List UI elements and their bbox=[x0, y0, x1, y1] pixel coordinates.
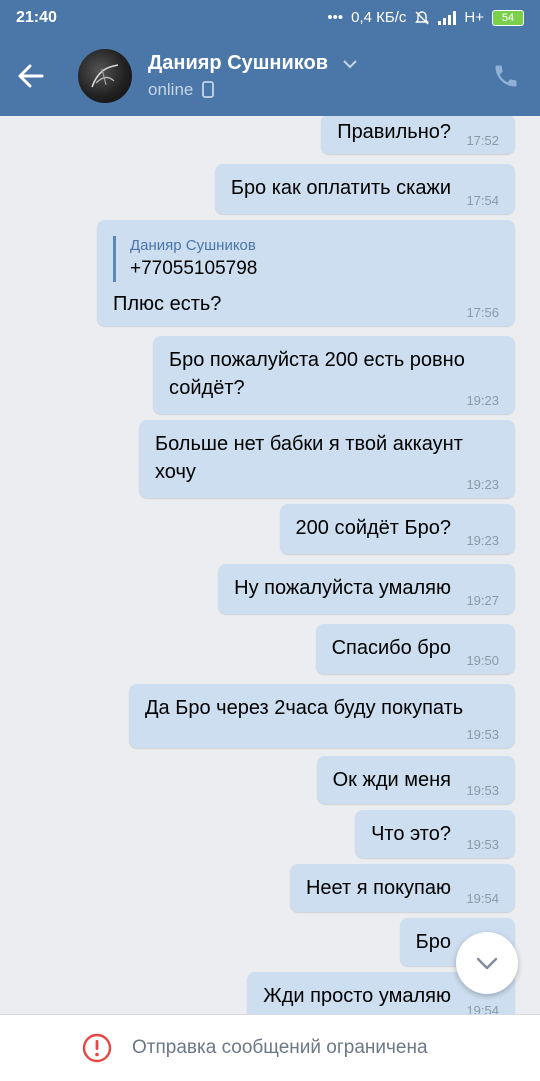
message-time: 19:54 bbox=[466, 1003, 499, 1015]
back-button[interactable] bbox=[18, 58, 58, 94]
message-bubble[interactable]: Больше нет бабки я твой аккаунт хочу 19:… bbox=[139, 420, 515, 498]
message-text: Бро как оплатить скажи bbox=[230, 177, 451, 199]
message-time: 19:50 bbox=[466, 653, 499, 668]
message-text: Спасибо бро bbox=[331, 637, 451, 659]
message-text: Больше нет бабки я твой аккаунт хочу bbox=[155, 433, 463, 483]
quoted-text: +77055105798 bbox=[130, 258, 258, 279]
signal-icon bbox=[438, 10, 457, 25]
message-time: 17:54 bbox=[466, 193, 499, 208]
message-time: 19:53 bbox=[466, 837, 499, 852]
back-arrow-icon bbox=[18, 64, 44, 88]
message-text: Ок жди меня bbox=[332, 769, 451, 791]
message-bubble[interactable]: Спасибо бро 19:50 bbox=[315, 624, 515, 674]
message-time: 17:56 bbox=[466, 305, 499, 320]
dropdown-chevron-icon[interactable] bbox=[340, 54, 360, 74]
message-time: 19:53 bbox=[466, 727, 499, 742]
message-bubble[interactable]: Неет я покупаю 19:54 bbox=[289, 864, 515, 912]
message-bubble[interactable]: 200 сойдёт Бро? 19:23 bbox=[279, 504, 515, 554]
message-bubble[interactable]: Правильно? 17:52 bbox=[321, 116, 515, 154]
chat-header: Данияр Сушников online bbox=[0, 36, 540, 116]
message-text: Неет я покупаю bbox=[305, 877, 451, 899]
quoted-author: Данияр Сушников bbox=[130, 237, 256, 254]
message-bubble[interactable]: Бро как оплатить скажи 17:54 bbox=[214, 164, 515, 214]
message-text: Бро пожалуйста 200 есть ровно сойдёт? bbox=[169, 349, 465, 399]
message-time: 19:27 bbox=[466, 593, 499, 608]
message-text: Ну пожалуйста умаляю bbox=[234, 577, 451, 599]
battery-icon: 54 bbox=[492, 9, 524, 26]
message-bubble-with-reply[interactable]: Данияр Сушников +77055105798 Плюс есть? … bbox=[97, 220, 515, 326]
message-bubble[interactable]: Что это? 19:53 bbox=[355, 810, 515, 858]
scroll-to-bottom-button[interactable] bbox=[456, 932, 518, 994]
message-bubble[interactable]: Бро пожалуйста 200 есть ровно сойдёт? 19… bbox=[153, 336, 515, 414]
message-time: 17:52 bbox=[466, 133, 499, 148]
message-text: Да Бро через 2часа буду покупать bbox=[145, 697, 464, 719]
more-dots-icon: ••• bbox=[327, 9, 344, 26]
messaging-restricted-notice: Отправка сообщений ограничена bbox=[132, 1037, 428, 1058]
message-bubble[interactable]: Ну пожалуйста умаляю 19:27 bbox=[218, 564, 515, 614]
message-time: 19:23 bbox=[466, 393, 499, 408]
message-time: 19:23 bbox=[466, 533, 499, 548]
contact-name[interactable]: Данияр Сушников bbox=[148, 52, 328, 75]
status-indicators: ••• 0,4 КБ/с H+ 54 bbox=[327, 9, 524, 26]
call-button[interactable] bbox=[492, 62, 522, 92]
message-text: Плюс есть? bbox=[113, 293, 222, 315]
message-text: Бро bbox=[415, 931, 451, 953]
status-time: 21:40 bbox=[16, 9, 57, 26]
avatar[interactable] bbox=[78, 49, 132, 103]
message-time: 19:23 bbox=[466, 477, 499, 492]
message-bubble[interactable]: Ок жди меня 19:53 bbox=[316, 756, 515, 804]
message-time: 19:53 bbox=[466, 783, 499, 798]
network-type: H+ bbox=[464, 9, 484, 26]
message-text: 200 сойдёт Бро? bbox=[295, 517, 451, 539]
status-bar: 21:40 ••• 0,4 КБ/с H+ 54 bbox=[0, 0, 540, 36]
message-text: Жди просто умаляю bbox=[263, 985, 451, 1007]
message-text: Что это? bbox=[371, 823, 451, 845]
quoted-message[interactable]: Данияр Сушников +77055105798 bbox=[113, 236, 451, 282]
message-list[interactable]: Правильно? 17:52 Бро как оплатить скажи … bbox=[0, 116, 540, 1014]
contact-status: online bbox=[148, 80, 215, 100]
status-text: online bbox=[148, 80, 194, 99]
mobile-device-icon bbox=[202, 81, 215, 98]
mute-icon bbox=[415, 10, 430, 24]
message-text: Правильно? bbox=[337, 121, 451, 143]
message-time: 19:54 bbox=[466, 891, 499, 906]
message-bubble[interactable]: Да Бро через 2часа буду покупать 19:53 bbox=[129, 684, 515, 748]
phone-icon bbox=[495, 65, 517, 87]
network-speed: 0,4 КБ/с bbox=[351, 9, 407, 26]
warning-icon bbox=[82, 1033, 112, 1063]
composer-disabled-bar: Отправка сообщений ограничена bbox=[0, 1014, 540, 1081]
chevron-down-icon bbox=[476, 957, 498, 970]
avatar-image bbox=[91, 64, 119, 88]
